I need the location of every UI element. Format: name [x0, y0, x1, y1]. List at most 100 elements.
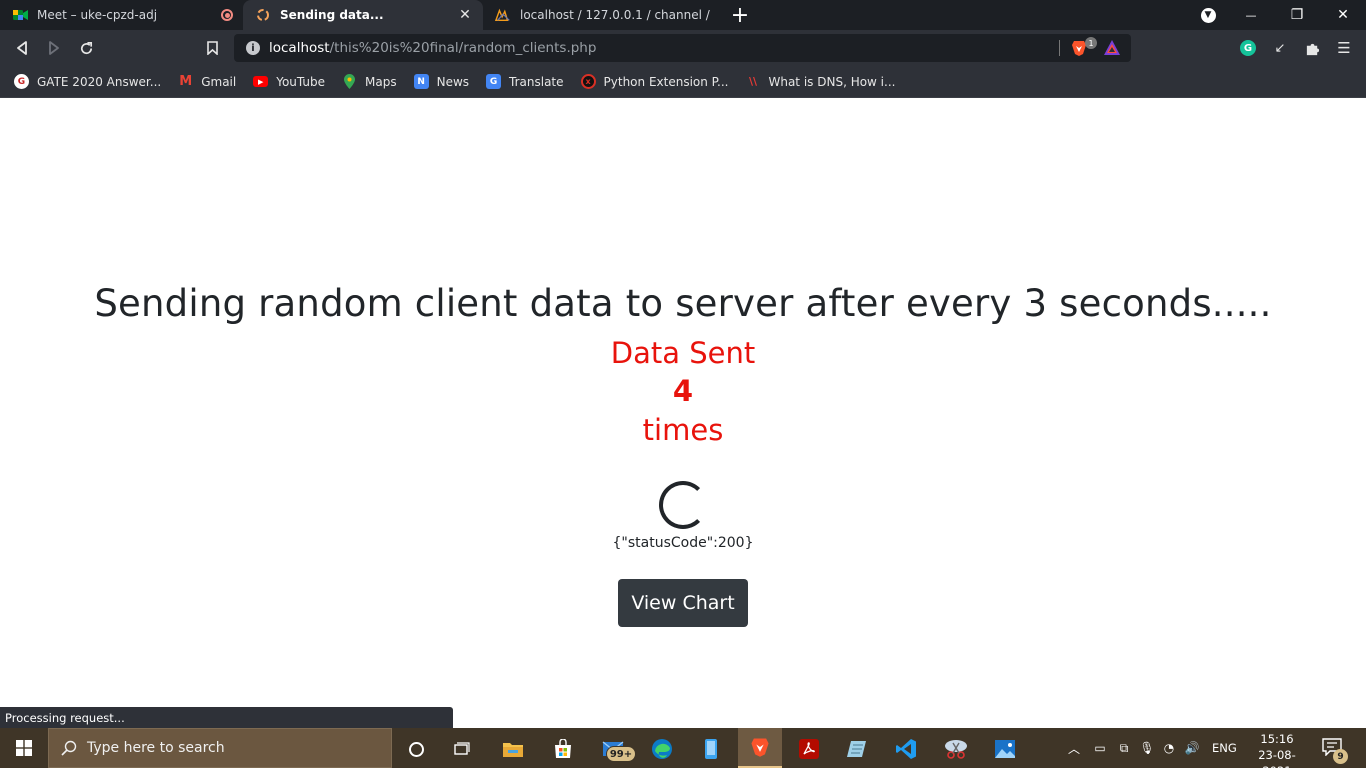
data-sent-label: Data Sent: [610, 336, 756, 370]
recording-icon: [221, 9, 233, 21]
tab-title: localhost / 127.0.0.1 / channel / device: [520, 8, 711, 22]
gate-icon: G: [14, 74, 29, 89]
bookmark-item[interactable]: M Gmail: [178, 74, 236, 89]
new-tab-button[interactable]: +: [725, 0, 755, 30]
data-sent-unit: times: [642, 413, 724, 447]
browser-menu-icon[interactable]: ☰: [1334, 38, 1354, 58]
translate-icon: G: [486, 74, 502, 89]
bookmark-label: Python Extension P...: [603, 74, 729, 89]
task-view-icon[interactable]: [446, 732, 480, 766]
dns-site-icon: \\: [748, 75, 757, 88]
vscode-icon[interactable]: [889, 732, 923, 766]
data-sent-count: 4: [672, 374, 694, 408]
bookmark-item[interactable]: G GATE 2020 Answer...: [14, 74, 161, 89]
clock-date: 23-08-2021: [1258, 748, 1296, 778]
gmail-icon: M: [179, 74, 193, 89]
forward-button[interactable]: [38, 32, 70, 64]
news-icon: N: [413, 74, 429, 89]
address-bar[interactable]: i localhost/this%20is%20final/random_cli…: [234, 34, 1131, 62]
site-info-icon[interactable]: i: [246, 41, 260, 55]
back-button[interactable]: [6, 32, 38, 64]
python-ext-icon: x: [580, 74, 596, 89]
bookmark-label: GATE 2020 Answer...: [37, 74, 162, 89]
bookmark-label: Maps: [365, 74, 397, 89]
windows-logo-icon: [16, 740, 32, 756]
extensions-puzzle-icon[interactable]: [1302, 38, 1322, 58]
bookmark-label: News: [436, 74, 470, 89]
forward-icon: [49, 41, 59, 55]
bookmark-label: Gmail: [201, 74, 237, 89]
close-window-button[interactable]: ✕: [1320, 0, 1366, 30]
brave-rewards-icon[interactable]: [1103, 39, 1121, 57]
shields-count-badge: 1: [1085, 37, 1097, 49]
system-tray: ︿ ▭ ⧉ 🎙 ◔ 🔊 ENG: [1064, 728, 1237, 768]
bookmark-label: YouTube: [276, 74, 326, 89]
tab-search-icon[interactable]: ▼: [1185, 0, 1231, 30]
wifi-icon[interactable]: ◔: [1158, 741, 1180, 755]
bookmarks-bar: G GATE 2020 Answer... M Gmail ▶ YouTube …: [0, 66, 1366, 98]
mail-badge: 99+: [606, 746, 636, 762]
maps-icon: [342, 74, 357, 89]
notepad-icon[interactable]: [840, 732, 874, 766]
bookmark-page-button[interactable]: [196, 32, 228, 64]
url-host: localhost: [269, 40, 330, 56]
reload-icon: [80, 41, 92, 54]
bookmark-icon: [206, 41, 218, 55]
restore-button[interactable]: ❐: [1274, 0, 1320, 30]
meet-now-icon[interactable]: ⧉: [1112, 741, 1136, 756]
phone-link-icon[interactable]: [694, 732, 728, 766]
snipping-tool-icon[interactable]: [939, 732, 973, 766]
phpmyadmin-icon: [495, 7, 511, 23]
clock-time: 15:16: [1260, 732, 1294, 746]
tab-title: Meet – uke-cpzd-adj: [37, 8, 158, 22]
reload-button[interactable]: [70, 32, 102, 64]
tab-meet[interactable]: Meet – uke-cpzd-adj: [0, 0, 243, 30]
bookmark-item[interactable]: Maps: [342, 74, 397, 89]
tab-sending-data[interactable]: Sending data... ✕: [243, 0, 483, 30]
bookmark-item[interactable]: x Python Extension P...: [580, 74, 729, 89]
web-page: Sending random client data to server aft…: [0, 98, 1366, 728]
server-response: {"statusCode":200}: [612, 535, 754, 551]
notification-count-badge: 9: [1333, 749, 1348, 764]
page-loading-icon: [255, 7, 271, 23]
show-hidden-icons-icon[interactable]: ︿: [1064, 740, 1084, 757]
battery-icon[interactable]: ▭: [1088, 741, 1112, 755]
search-placeholder: Type here to search: [87, 740, 225, 756]
address-divider: [1059, 40, 1060, 56]
language-indicator[interactable]: ENG: [1212, 741, 1237, 755]
extension-grammarly-icon[interactable]: G: [1238, 38, 1258, 58]
microphone-icon[interactable]: 🎙: [1136, 741, 1158, 755]
start-button[interactable]: [0, 728, 48, 768]
minimize-button[interactable]: —: [1228, 0, 1274, 30]
url-path: /this%20is%20final/random_clients.php: [329, 40, 597, 56]
bookmark-item[interactable]: N News: [413, 74, 470, 89]
microsoft-store-icon[interactable]: [546, 732, 580, 766]
bookmark-label: Translate: [509, 74, 564, 89]
tab-title: Sending data...: [280, 8, 384, 22]
youtube-icon: ▶: [253, 76, 269, 87]
bookmark-label: What is DNS, How i...: [768, 74, 896, 89]
tab-phpmyadmin[interactable]: localhost / 127.0.0.1 / channel / device: [483, 0, 721, 30]
loading-spinner-icon: [659, 481, 707, 529]
bookmark-item[interactable]: ▶ YouTube: [253, 75, 325, 89]
browser-toolbar: i localhost/this%20is%20final/random_cli…: [0, 30, 1366, 66]
photos-icon[interactable]: [988, 732, 1022, 766]
close-tab-icon[interactable]: ✕: [457, 7, 473, 23]
browser-status-bar: Processing request...: [0, 707, 453, 729]
cortana-icon[interactable]: [399, 732, 433, 766]
edge-icon[interactable]: [645, 732, 679, 766]
extension-arrow-icon[interactable]: ↙: [1270, 38, 1290, 58]
file-explorer-icon[interactable]: [496, 732, 530, 766]
volume-icon[interactable]: 🔊: [1180, 741, 1204, 755]
acrobat-icon[interactable]: [792, 732, 826, 766]
google-meet-icon: [12, 7, 28, 23]
search-icon: [61, 740, 77, 756]
taskbar-search-box[interactable]: Type here to search: [48, 728, 392, 768]
back-icon: [17, 41, 27, 55]
taskbar-clock[interactable]: 15:16 23-08-2021: [1244, 731, 1310, 779]
brave-taskbar-icon[interactable]: [738, 728, 782, 768]
bookmark-item[interactable]: G Translate: [486, 74, 564, 89]
view-chart-button[interactable]: View Chart: [618, 579, 748, 627]
bookmark-item[interactable]: \\ What is DNS, How i...: [745, 74, 896, 89]
tab-strip: Meet – uke-cpzd-adj Sending data... ✕ lo…: [0, 0, 1366, 30]
